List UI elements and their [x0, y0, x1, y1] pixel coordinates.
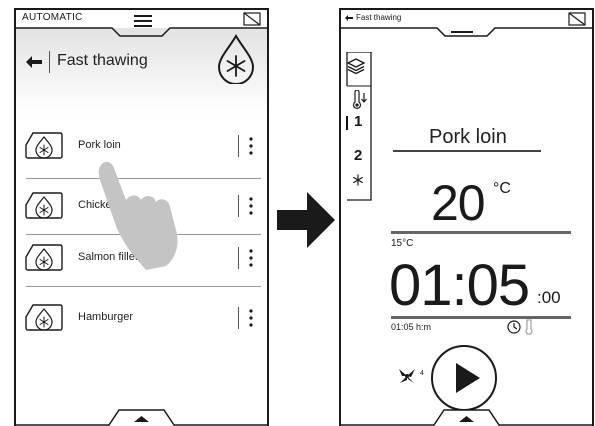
more-options-icon[interactable]	[248, 248, 254, 268]
more-options-icon[interactable]	[248, 136, 254, 156]
door-icon	[243, 12, 261, 26]
header-divider	[49, 51, 50, 73]
row-divider	[238, 135, 239, 157]
mode-label: AUTOMATIC	[22, 12, 83, 23]
time-underline	[391, 316, 571, 319]
back-arrow-icon[interactable]	[26, 56, 44, 68]
transition-arrow-icon	[277, 192, 335, 248]
list-item-label: Hamburger	[78, 311, 134, 323]
row-divider	[238, 247, 239, 269]
active-level-indicator	[346, 116, 348, 130]
thawing-food-list-screen: AUTOMATIC Fast thawing Pork loin Chicke …	[14, 8, 269, 426]
thaw-food-icon	[25, 192, 63, 219]
temperature-underline	[391, 231, 571, 234]
list-divider	[26, 286, 261, 287]
level-1-tab[interactable]: 1	[354, 113, 362, 130]
time-sublabel: 01:05 h:m	[391, 322, 432, 332]
thaw-food-icon	[25, 244, 63, 271]
meat-probe-icon[interactable]	[524, 319, 534, 335]
row-divider	[238, 307, 239, 329]
list-item-hamburger[interactable]: Hamburger	[16, 294, 267, 344]
door-icon	[568, 12, 586, 26]
temperature-sublabel: 15°C	[391, 238, 414, 249]
back-arrow-icon[interactable]	[345, 15, 353, 21]
more-options-icon[interactable]	[248, 308, 254, 328]
time-seconds: :00	[537, 288, 561, 307]
time-value[interactable]: 01:05	[389, 254, 530, 318]
row-divider	[238, 195, 239, 217]
program-title: Pork loin	[429, 126, 507, 148]
page-title: Fast thawing	[57, 52, 148, 69]
temperature-unit: °C	[493, 180, 511, 197]
level-2-tab[interactable]: 2	[354, 147, 362, 164]
layers-icon[interactable]	[347, 58, 365, 74]
more-options-icon[interactable]	[248, 196, 254, 216]
fan-icon[interactable]	[397, 368, 417, 384]
snowflake-icon[interactable]	[352, 174, 364, 186]
tapping-hand-illustration	[98, 161, 178, 270]
thaw-food-icon	[25, 304, 63, 331]
thaw-food-icon	[25, 132, 63, 159]
temperature-value[interactable]: 20	[431, 175, 486, 231]
fan-level: 4	[420, 370, 424, 377]
thaw-drop-icon	[217, 34, 255, 84]
start-play-button[interactable]	[429, 343, 499, 413]
bottom-drawer-handle[interactable]	[16, 404, 267, 426]
breadcrumb: Fast thawing	[356, 13, 402, 22]
list-item-label: Pork loin	[78, 139, 121, 151]
drawer-handle-line[interactable]	[451, 31, 473, 34]
bottom-drawer-handle[interactable]	[341, 404, 592, 426]
title-underline	[393, 150, 541, 152]
clock-icon[interactable]	[507, 320, 521, 334]
program-detail-screen: Fast thawing 1 2 Pork loin 20 °C 15°C 01…	[339, 8, 594, 426]
thermometer-down-icon[interactable]	[351, 90, 369, 110]
menu-icon[interactable]	[134, 15, 152, 27]
